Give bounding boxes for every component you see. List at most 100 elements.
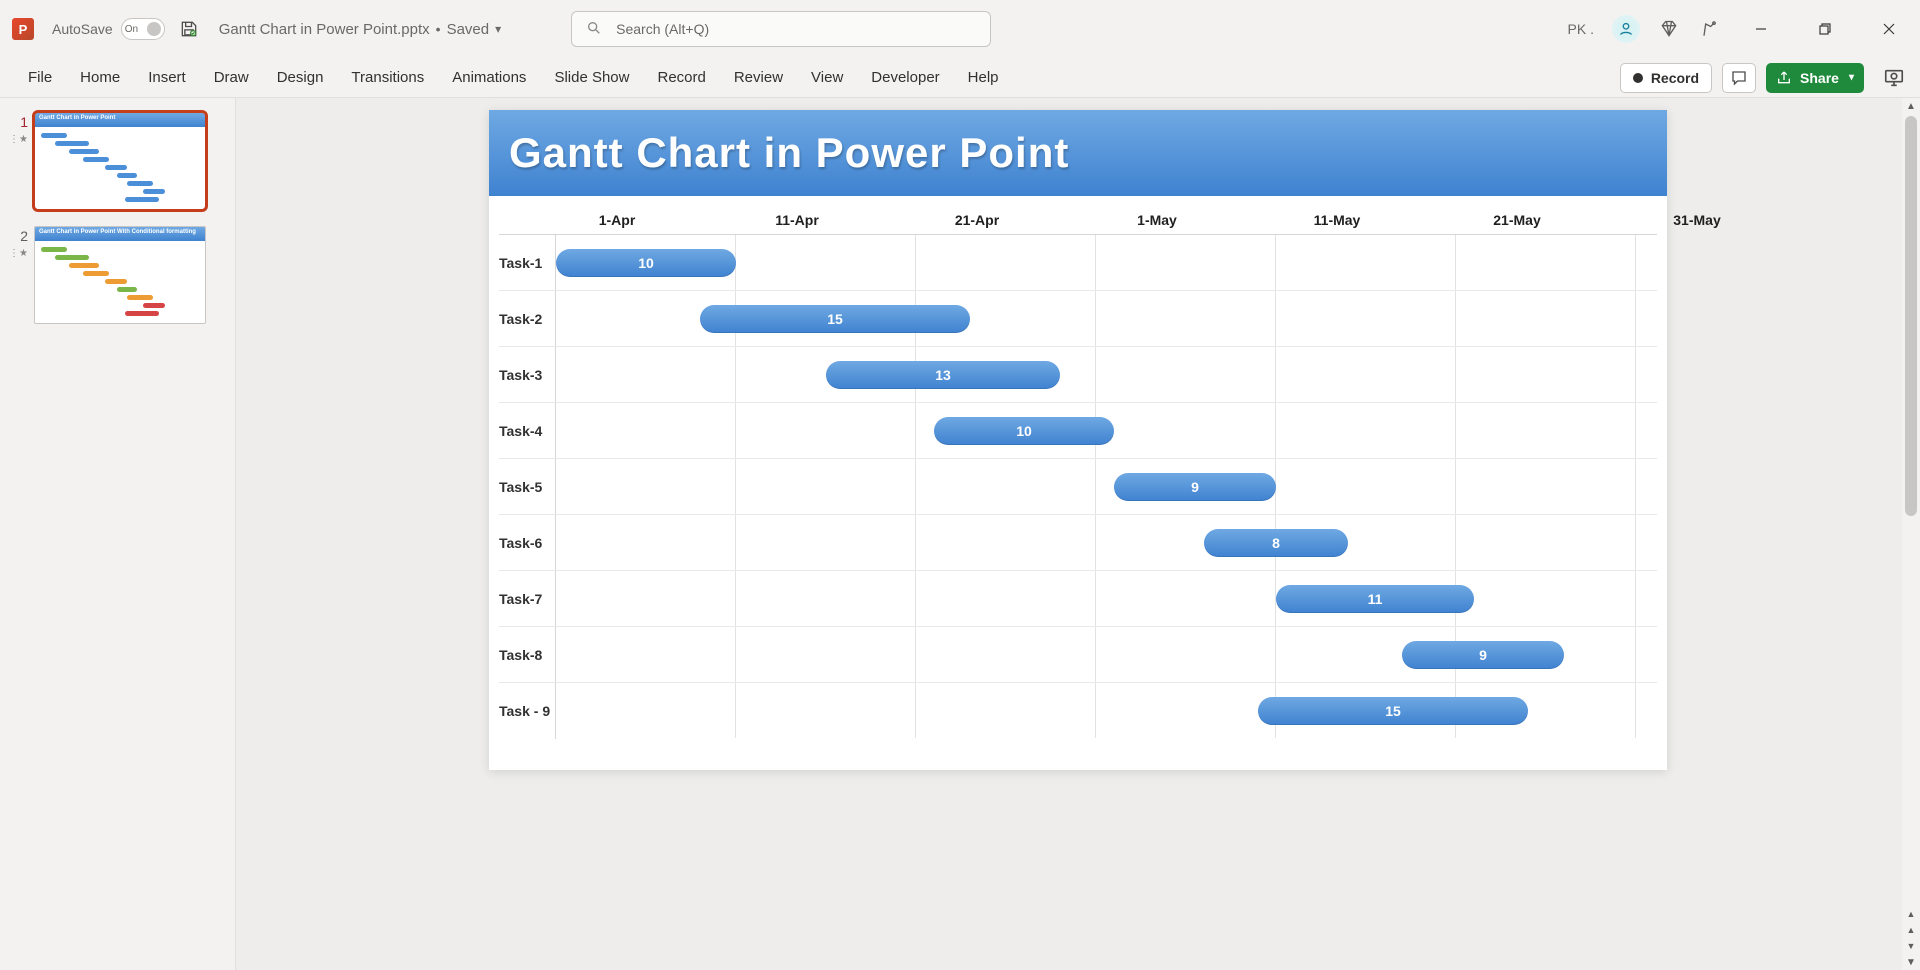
record-dot-icon bbox=[1633, 73, 1643, 83]
slide-title[interactable]: Gantt Chart in Power Point bbox=[489, 110, 1667, 196]
ribbon-tab-draw[interactable]: Draw bbox=[200, 58, 263, 98]
record-button-label: Record bbox=[1651, 70, 1699, 86]
gantt-row-area: 9 bbox=[555, 627, 1657, 682]
ribbon-tab-slideshow[interactable]: Slide Show bbox=[540, 58, 643, 98]
ribbon-tab-design[interactable]: Design bbox=[263, 58, 338, 98]
thumbnail-2-title: Gantt Chart in Power Point With Conditio… bbox=[35, 227, 205, 241]
thumbnail-2-row[interactable]: 2 ⋮★ Gantt Chart in Power Point With Con… bbox=[6, 226, 225, 324]
thumbnail-1-row[interactable]: 1 ⋮★ Gantt Chart in Power Point bbox=[6, 112, 225, 210]
autosave-label: AutoSave bbox=[52, 21, 113, 37]
ribbon-tab-record[interactable]: Record bbox=[643, 58, 719, 98]
gantt-bar[interactable]: 11 bbox=[1276, 585, 1474, 613]
next-slide-icon[interactable]: ▼ bbox=[1902, 954, 1920, 970]
save-icon[interactable] bbox=[179, 19, 199, 39]
share-button-label: Share bbox=[1800, 70, 1839, 86]
ribbon-tab-developer[interactable]: Developer bbox=[857, 58, 953, 98]
gantt-bar[interactable]: 13 bbox=[826, 361, 1060, 389]
present-mode-icon[interactable] bbox=[1882, 66, 1906, 90]
gantt-task-label: Task - 9 bbox=[499, 703, 555, 719]
share-button[interactable]: Share ▾ bbox=[1766, 63, 1864, 93]
gantt-row: Task - 9 15 bbox=[499, 683, 1657, 739]
gantt-row-area: 13 bbox=[555, 347, 1657, 402]
gantt-bar[interactable]: 9 bbox=[1114, 473, 1276, 501]
ribbon-tab-help[interactable]: Help bbox=[954, 58, 1013, 98]
gantt-row-area: 15 bbox=[555, 291, 1657, 346]
thumbnail-1[interactable]: Gantt Chart in Power Point bbox=[34, 112, 206, 210]
window-minimize[interactable] bbox=[1738, 15, 1784, 43]
ribbon-tab-insert[interactable]: Insert bbox=[134, 58, 200, 98]
search-box[interactable]: Search (Alt+Q) bbox=[571, 11, 991, 47]
gantt-date-label: 21-Apr bbox=[947, 212, 1007, 228]
toggle-knob bbox=[147, 22, 161, 36]
gantt-row: Task-3 13 bbox=[499, 347, 1657, 403]
gantt-task-label: Task-6 bbox=[499, 535, 555, 551]
gantt-chart[interactable]: 1-Apr11-Apr21-Apr1-May11-May21-May31-May… bbox=[489, 196, 1667, 770]
share-chevron-icon: ▾ bbox=[1849, 72, 1854, 83]
gantt-bar[interactable]: 9 bbox=[1402, 641, 1564, 669]
filename-dropdown-icon[interactable]: ▾ bbox=[495, 22, 501, 36]
prev-slide-double-icon[interactable]: ▲ bbox=[1902, 922, 1920, 938]
gantt-task-label: Task-5 bbox=[499, 479, 555, 495]
gantt-row-area: 15 bbox=[555, 683, 1657, 739]
gantt-task-label: Task-7 bbox=[499, 591, 555, 607]
avatar[interactable] bbox=[1612, 15, 1640, 43]
gantt-task-label: Task-8 bbox=[499, 647, 555, 663]
scroll-up-icon[interactable]: ▲ bbox=[1902, 98, 1920, 114]
thumbnail-1-number: 1 bbox=[6, 114, 28, 130]
gantt-grid: Task-110Task-215Task-313Task-410Task-59T… bbox=[499, 234, 1657, 738]
thumbnail-1-animation-icon: ⋮★ bbox=[6, 134, 28, 145]
gantt-date-label: 1-May bbox=[1127, 212, 1187, 228]
autosave-state: On bbox=[125, 24, 138, 35]
account-name[interactable]: PK . bbox=[1568, 21, 1594, 37]
window-restore[interactable] bbox=[1802, 15, 1848, 43]
diamond-icon[interactable] bbox=[1658, 18, 1680, 40]
gantt-row: Task-110 bbox=[499, 235, 1657, 291]
thumbnail-1-title: Gantt Chart in Power Point bbox=[35, 113, 205, 127]
gantt-date-label: 11-Apr bbox=[767, 212, 827, 228]
vertical-scrollbar[interactable]: ▲ ▼ ▲ ▲ ▼ ▼ bbox=[1902, 98, 1920, 970]
gantt-row-area: 11 bbox=[555, 571, 1657, 626]
ribbon-tab-home[interactable]: Home bbox=[66, 58, 134, 98]
ribbon-tab-file[interactable]: File bbox=[14, 58, 66, 98]
slide-thumbnails-pane: 1 ⋮★ Gantt Chart in Power Point bbox=[0, 98, 236, 970]
autosave-toggle[interactable]: On bbox=[121, 18, 165, 40]
ribbon-tab-transitions[interactable]: Transitions bbox=[337, 58, 438, 98]
gantt-bar[interactable]: 15 bbox=[1258, 697, 1528, 725]
title-bar: P AutoSave On Gantt Chart in Power Point… bbox=[0, 0, 1920, 58]
gantt-bar[interactable]: 10 bbox=[556, 249, 736, 277]
app-icon: P bbox=[12, 18, 34, 40]
record-button[interactable]: Record bbox=[1620, 63, 1712, 93]
window-close[interactable] bbox=[1866, 15, 1912, 43]
next-slide-double-icon[interactable]: ▼ bbox=[1902, 938, 1920, 954]
thumbnail-2-number: 2 bbox=[6, 228, 28, 244]
scroll-track[interactable] bbox=[1902, 114, 1920, 954]
gantt-date-label: 31-May bbox=[1667, 212, 1727, 228]
scroll-thumb[interactable] bbox=[1905, 116, 1917, 516]
gantt-bar[interactable]: 10 bbox=[934, 417, 1114, 445]
gantt-bar[interactable]: 8 bbox=[1204, 529, 1348, 557]
thumbnail-2-animation-icon: ⋮★ bbox=[6, 248, 28, 259]
gantt-row: Task-7 11 bbox=[499, 571, 1657, 627]
filename[interactable]: Gantt Chart in Power Point.pptx bbox=[219, 21, 430, 38]
slide[interactable]: Gantt Chart in Power Point 1-Apr 11-Apr 21… bbox=[489, 110, 1667, 770]
gantt-date-axis: 1-Apr11-Apr21-Apr1-May11-May21-May31-May bbox=[555, 206, 1657, 234]
slide-canvas-area[interactable]: Gantt Chart in Power Point 1-Apr 11-Apr 21… bbox=[236, 98, 1920, 970]
work-area: 1 ⋮★ Gantt Chart in Power Point bbox=[0, 98, 1920, 970]
gantt-row-area: 10 bbox=[555, 403, 1657, 458]
gantt-task-label: Task-3 bbox=[499, 367, 555, 383]
save-status: Saved bbox=[447, 21, 490, 38]
ribbon-tab-animations[interactable]: Animations bbox=[438, 58, 540, 98]
ribbon-tab-review[interactable]: Review bbox=[720, 58, 797, 98]
gantt-row-area: 9 bbox=[555, 459, 1657, 514]
ribbon-tabs: File Home Insert Draw Design Transitions… bbox=[0, 58, 1920, 98]
gantt-row: Task-5 9 bbox=[499, 459, 1657, 515]
thumbnail-2[interactable]: Gantt Chart in Power Point With Conditio… bbox=[34, 226, 206, 324]
prev-slide-icon[interactable]: ▲ bbox=[1902, 906, 1920, 922]
comments-button[interactable] bbox=[1722, 63, 1756, 93]
coming-soon-icon[interactable] bbox=[1698, 18, 1720, 40]
gantt-date-label: 1-Apr bbox=[587, 212, 647, 228]
gantt-bar[interactable]: 15 bbox=[700, 305, 970, 333]
ribbon-tab-view[interactable]: View bbox=[797, 58, 857, 98]
filename-separator: • bbox=[436, 21, 441, 37]
gantt-row: Task-8 9 bbox=[499, 627, 1657, 683]
